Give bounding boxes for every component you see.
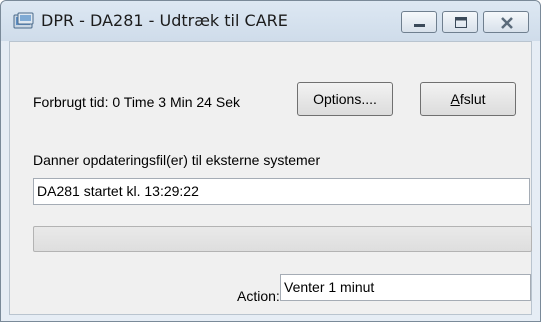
exit-button-label: fslut [459, 91, 486, 107]
minimize-button[interactable] [401, 11, 437, 33]
maximize-icon [455, 17, 467, 28]
action-label: Action: [237, 288, 280, 304]
minimize-icon [414, 24, 425, 27]
description-label: Danner opdateringsfil(er) til eksterne s… [33, 152, 321, 168]
app-window: DPR - DA281 - Udtræk til CARE Forbrugt t… [0, 0, 541, 322]
exit-button[interactable]: Afslut [420, 82, 516, 116]
app-window-icon[interactable] [13, 12, 35, 30]
action-field[interactable]: Venter 1 minut [280, 274, 531, 301]
dialog-body: Forbrugt tid: 0 Time 3 Min 24 Sek Option… [9, 41, 532, 315]
maximize-button[interactable] [442, 11, 478, 33]
progress-bar [33, 226, 532, 252]
elapsed-time-label: Forbrugt tid: 0 Time 3 Min 24 Sek [33, 94, 240, 110]
close-icon [501, 17, 513, 29]
close-button[interactable] [483, 11, 529, 33]
window-title: DPR - DA281 - Udtræk til CARE [41, 11, 288, 30]
options-button[interactable]: Options.... [297, 82, 393, 116]
title-bar[interactable]: DPR - DA281 - Udtræk til CARE [1, 1, 540, 41]
status-field[interactable]: DA281 startet kl. 13:29:22 [33, 178, 530, 205]
exit-button-mnemonic: A [450, 91, 460, 107]
